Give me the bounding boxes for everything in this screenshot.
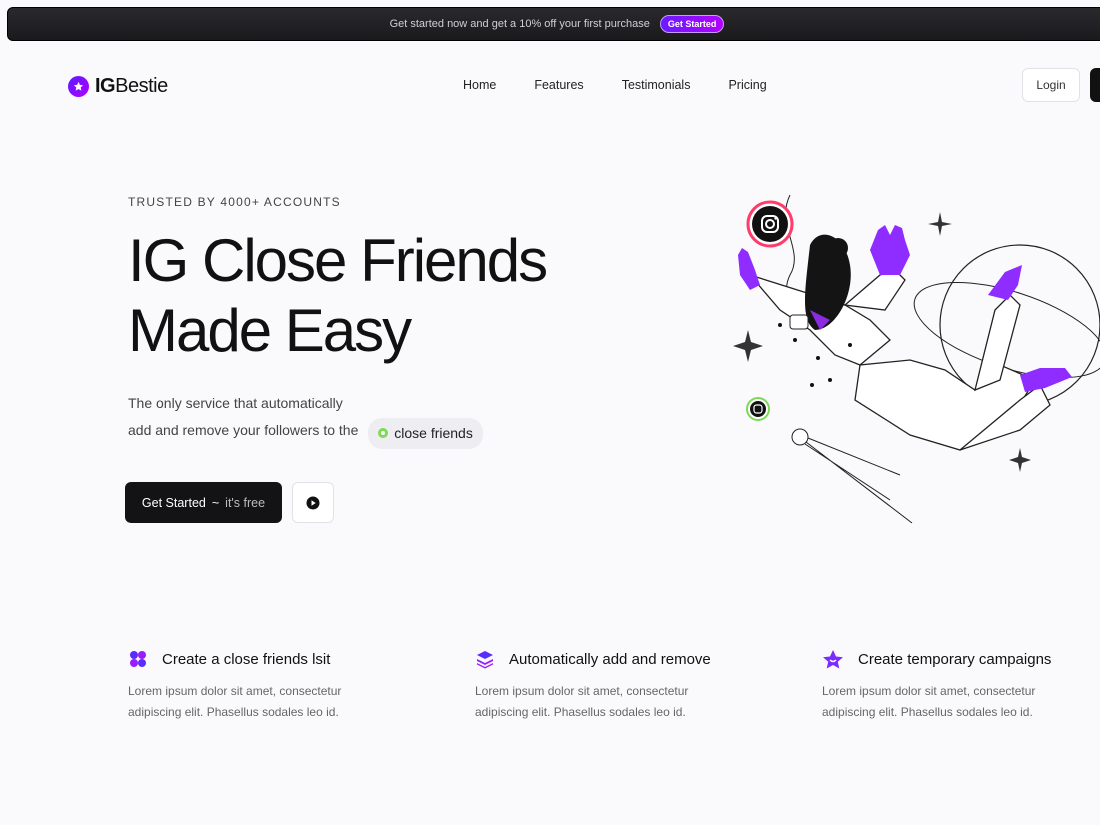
logo[interactable]: IGBestie bbox=[68, 75, 168, 98]
hero-headline: IG Close Friends Made Easy bbox=[128, 226, 548, 366]
get-started-label: Get Started bbox=[141, 495, 206, 510]
play-icon bbox=[306, 496, 320, 509]
grid-icon bbox=[130, 651, 146, 667]
feature-description-line: Lorem ipsum dolor sit amet, consectetur bbox=[475, 684, 689, 698]
get-started-free-label: it's free bbox=[225, 495, 266, 510]
star-badge-icon bbox=[823, 650, 843, 669]
close-friends-pill-label: close friends bbox=[394, 424, 473, 441]
get-started-button[interactable]: Get Started ~ it's free bbox=[125, 482, 282, 523]
announcement-text: Get started now and get a 10% off your f… bbox=[389, 18, 650, 30]
layers-icon bbox=[477, 651, 493, 669]
feature-title: Create a close friends lsit bbox=[162, 650, 331, 668]
navbar: IGBestie Home Features Testimonials Pric… bbox=[0, 60, 1100, 112]
feature-item: Create a close friends lsit Lorem ipsum … bbox=[128, 648, 388, 723]
logo-text-bold: IG bbox=[95, 75, 116, 97]
logo-text-rest: Bestie bbox=[115, 75, 168, 97]
feature-description: Lorem ipsum dolor sit amet, consectetur … bbox=[128, 681, 388, 723]
login-button[interactable]: Login bbox=[1022, 68, 1080, 102]
signup-button[interactable] bbox=[1090, 68, 1100, 102]
feature-description-line: adipiscing elit. Phasellus sodales leo i… bbox=[822, 705, 1033, 719]
nav-link-pricing[interactable]: Pricing bbox=[728, 78, 766, 92]
feature-title: Create temporary campaigns bbox=[858, 650, 1052, 668]
nav-link-features[interactable]: Features bbox=[534, 78, 583, 92]
announcement-bar: Get started now and get a 10% off your f… bbox=[7, 7, 1100, 41]
feature-description: Lorem ipsum dolor sit amet, consectetur … bbox=[475, 681, 735, 723]
feature-title: Automatically add and remove bbox=[509, 650, 711, 668]
hero-subtitle: The only service that automatically add … bbox=[128, 390, 483, 449]
feature-description-line: adipiscing elit. Phasellus sodales leo i… bbox=[475, 705, 686, 719]
nav-link-home[interactable]: Home bbox=[463, 78, 496, 92]
feature-description-line: adipiscing elit. Phasellus sodales leo i… bbox=[128, 705, 339, 719]
hero-subtitle-line1: The only service that automatically bbox=[128, 395, 343, 411]
astronaut-illustration bbox=[733, 194, 1100, 524]
close-friends-pill: close friends bbox=[368, 417, 483, 449]
hero-headline-line2: Made Easy bbox=[128, 297, 412, 364]
nav-link-testimonials[interactable]: Testimonials bbox=[622, 78, 691, 92]
nav-links: Home Features Testimonials Pricing bbox=[463, 78, 767, 92]
logo-text: IGBestie bbox=[95, 75, 168, 98]
feature-item: Create temporary campaigns Lorem ipsum d… bbox=[822, 648, 1082, 723]
close-friends-dot-icon bbox=[378, 428, 389, 438]
play-video-button[interactable] bbox=[292, 482, 334, 523]
announcement-get-started-button[interactable]: Get Started bbox=[659, 15, 725, 33]
feature-description: Lorem ipsum dolor sit amet, consectetur … bbox=[822, 681, 1082, 723]
feature-description-line: Lorem ipsum dolor sit amet, consectetur bbox=[822, 684, 1036, 698]
feature-item: Automatically add and remove Lorem ipsum… bbox=[475, 648, 735, 723]
hero-eyebrow: TRUSTED BY 4000+ ACCOUNTS bbox=[128, 195, 341, 209]
hero-subtitle-line2: add and remove your followers to the bbox=[128, 422, 359, 438]
star-logo-icon bbox=[68, 76, 89, 97]
feature-description-line: Lorem ipsum dolor sit amet, consectetur bbox=[128, 684, 342, 698]
hero-headline-line1: IG Close Friends bbox=[128, 227, 548, 294]
get-started-separator: ~ bbox=[211, 495, 220, 510]
